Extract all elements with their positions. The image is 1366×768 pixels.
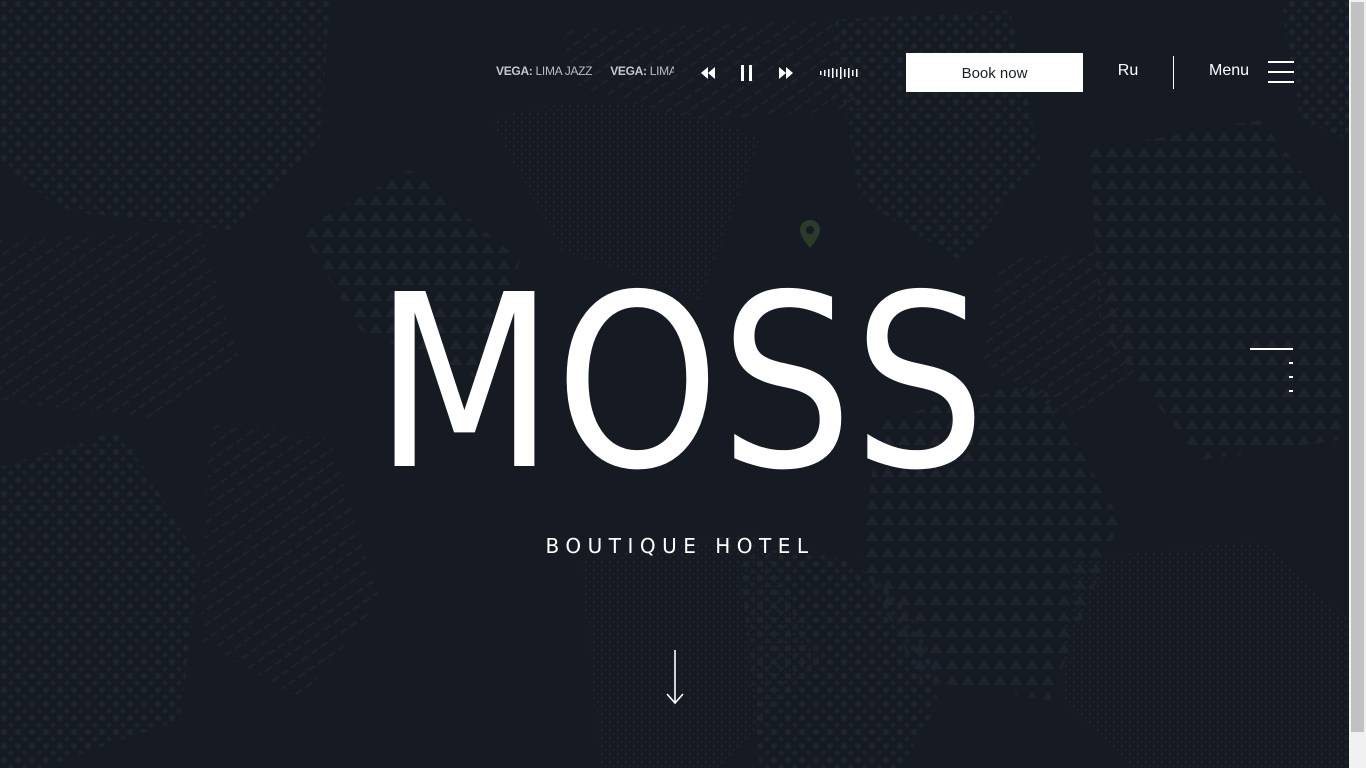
- track-title: LIMA JAZZ: [649, 64, 674, 78]
- menu-button[interactable]: Menu: [1209, 60, 1295, 86]
- scrollbar[interactable]: [1349, 0, 1366, 768]
- track-item: VEGA: LIMA JAZZ: [496, 64, 593, 78]
- page: VEGA: LIMA JAZZVEGA: LIMA JAZZ Book now …: [0, 0, 1366, 768]
- hamburger-icon: [1268, 61, 1294, 83]
- hotel-logo: MOSS: [374, 285, 986, 475]
- map-pin-icon[interactable]: [798, 219, 822, 249]
- equalizer-icon: [820, 67, 858, 79]
- arrow-down-icon[interactable]: [664, 648, 686, 706]
- menu-label: Menu: [1209, 62, 1250, 79]
- book-now-button[interactable]: Book now: [906, 53, 1083, 92]
- track-item: VEGA: LIMA JAZZ: [610, 64, 674, 78]
- slide-nav-item-4[interactable]: [1289, 390, 1293, 392]
- now-playing-ticker: VEGA: LIMA JAZZVEGA: LIMA JAZZ: [496, 64, 674, 82]
- language-switch[interactable]: Ru: [1110, 62, 1146, 82]
- rewind-icon[interactable]: [698, 63, 718, 83]
- slide-nav-item-1[interactable]: [1250, 348, 1293, 350]
- hotel-subtitle: BOUTIQUE HOTEL: [545, 534, 815, 558]
- scrollbar-thumb[interactable]: [1351, 2, 1364, 732]
- fast-forward-icon[interactable]: [776, 63, 796, 83]
- slide-nav-item-3[interactable]: [1289, 376, 1293, 378]
- track-artist: VEGA:: [610, 64, 647, 78]
- slide-nav-item-2[interactable]: [1289, 362, 1293, 364]
- header-divider: [1173, 56, 1174, 89]
- logo-text: MOSS: [374, 285, 986, 475]
- track-title: LIMA JAZZ: [532, 64, 593, 78]
- track-artist: VEGA:: [496, 64, 533, 78]
- slide-navigation: [1246, 343, 1296, 397]
- pause-icon[interactable]: [737, 63, 757, 83]
